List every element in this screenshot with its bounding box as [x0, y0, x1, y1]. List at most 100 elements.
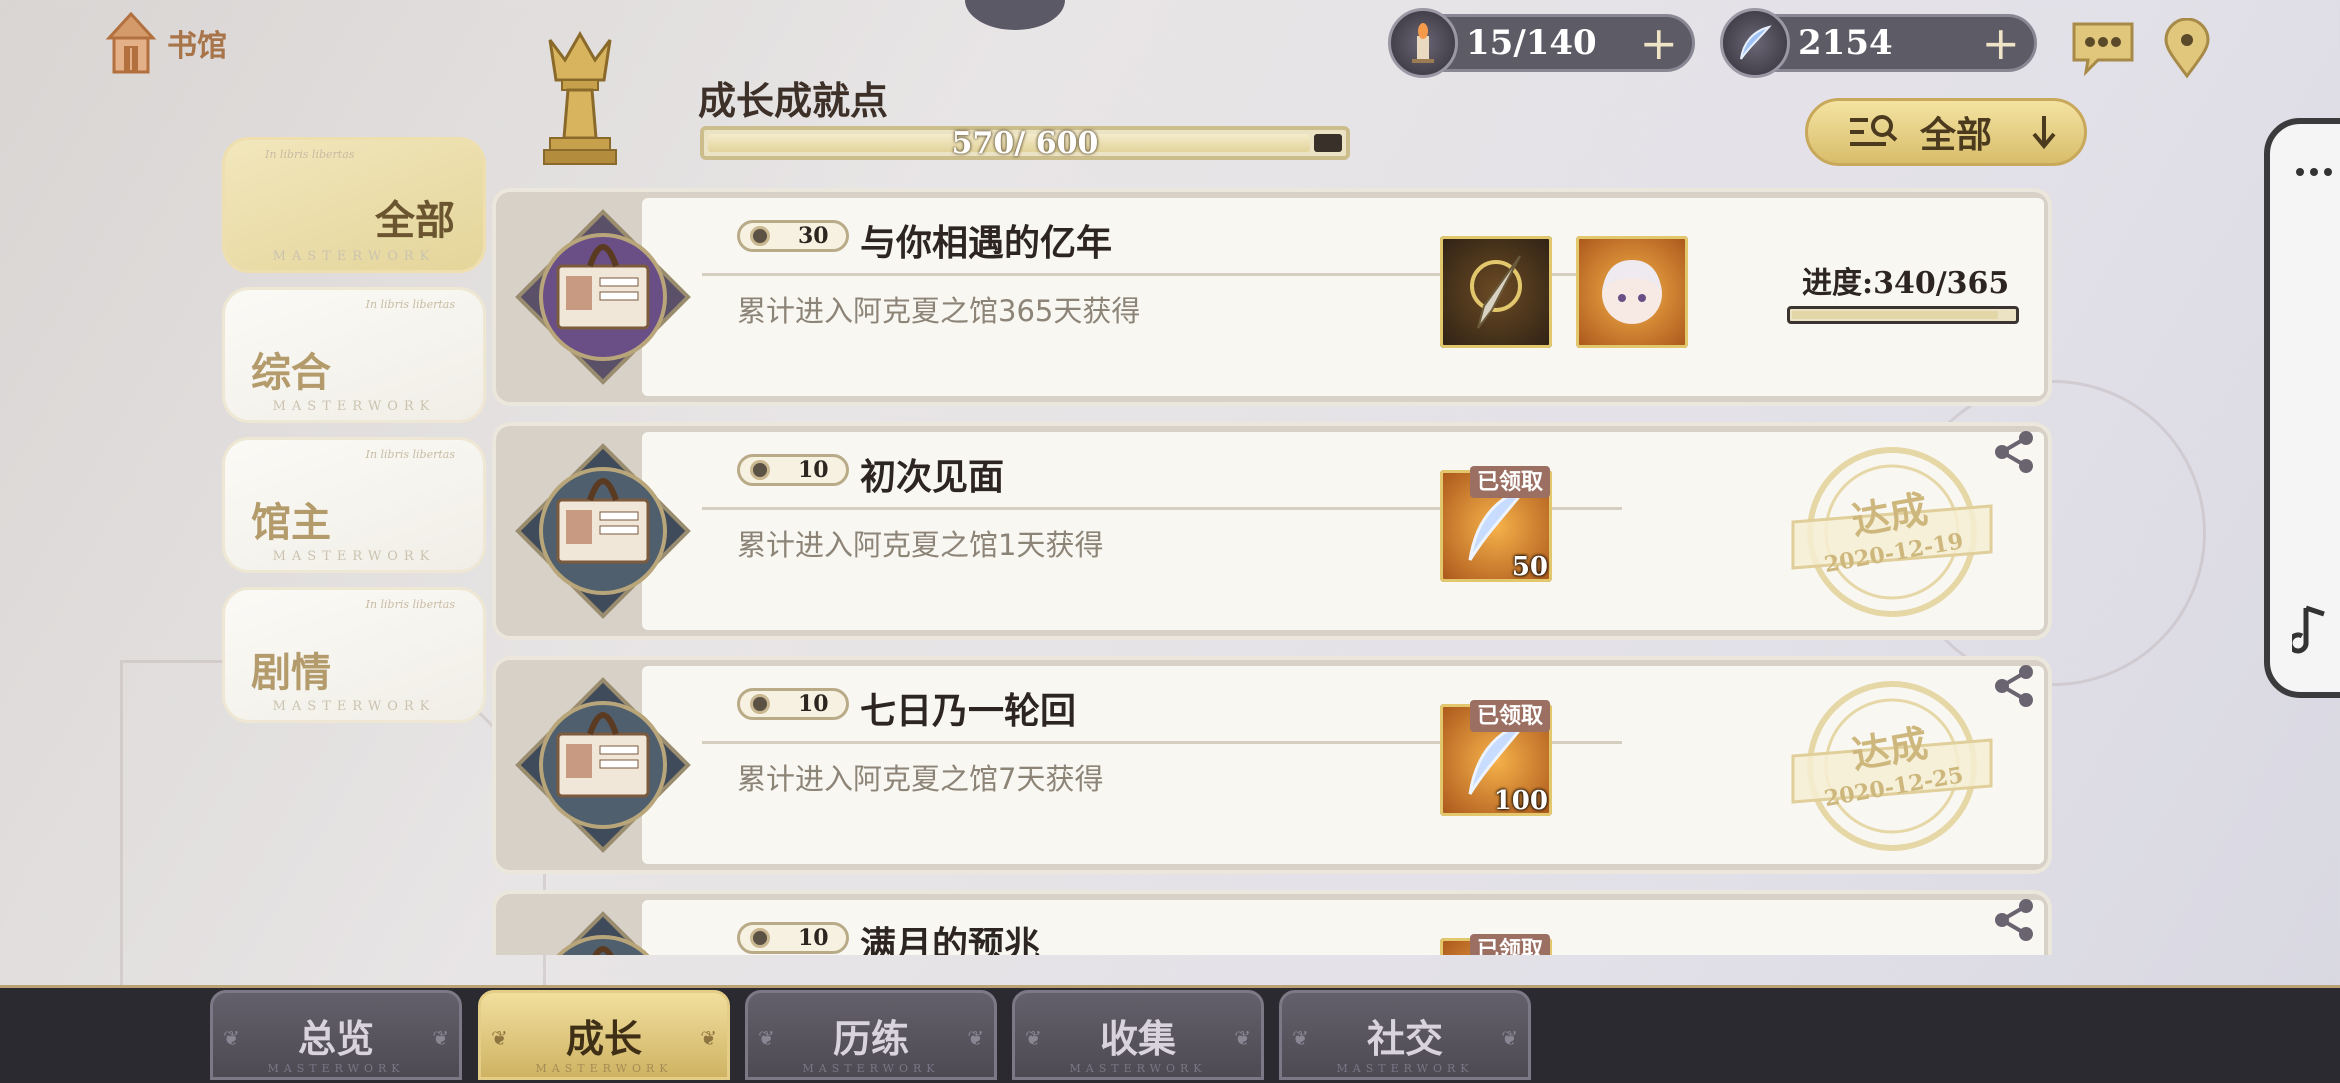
point-gem-icon	[750, 460, 770, 480]
ornament-right-icon: ❦	[967, 1026, 984, 1050]
stamina-counter: 15/140 +	[1388, 8, 1695, 78]
reward-quill-item[interactable]: 已领取 50	[1440, 466, 1552, 582]
library-label: 书馆	[167, 29, 227, 64]
chat-icon[interactable]	[2068, 18, 2138, 76]
achievement-list[interactable]: 30 与你相遇的亿年 累计进入阿克夏之馆365天获得 进度:340/365 10…	[480, 180, 2080, 955]
id-card-badge-icon	[515, 443, 691, 619]
growth-points-title: 成长成就点	[698, 78, 889, 123]
library-icon	[105, 11, 157, 74]
add-gem-button[interactable]: +	[1981, 20, 2020, 66]
tab-masterwork-text: MASTERWORK	[272, 249, 436, 264]
reward-quill-item[interactable]: 已领取 100	[1440, 700, 1552, 816]
character-avatar-icon	[1602, 260, 1662, 324]
tab-label: 总览	[297, 1015, 374, 1061]
filter-label: 全部	[1920, 114, 1993, 156]
achievement-title: 七日乃一轮回	[860, 690, 1077, 732]
achievement-points-pill: 10	[737, 454, 849, 486]
candle-icon	[1388, 8, 1458, 78]
claimed-badge: 已领取	[1470, 700, 1550, 732]
side-tab-general[interactable]: In libris libertas 综合 MASTERWORK	[225, 290, 483, 420]
id-card-badge-icon	[556, 911, 650, 955]
side-tab-label: 剧情	[251, 649, 331, 696]
ornament-right-icon: ❦	[700, 1026, 717, 1050]
achievement-description: 累计进入阿克夏之馆7天获得	[737, 762, 1104, 796]
tab-masterwork-text: MASTERWORK	[1336, 1062, 1474, 1075]
tab-label: 历练	[832, 1015, 909, 1061]
tab-label: 收集	[1099, 1015, 1176, 1061]
achievement-points: 10	[798, 457, 829, 483]
library-button[interactable]: 书馆	[105, 10, 227, 76]
ornament-left-icon: ❦	[1292, 1026, 1309, 1050]
share-icon[interactable]	[1992, 662, 2036, 710]
achievement-card[interactable]: 10 初次见面 累计进入阿克夏之馆1天获得 已领取 50 达成 2020-12-…	[492, 422, 2052, 640]
point-gem-icon	[750, 226, 770, 246]
completed-stamp: 达成 2020-12-25	[1791, 681, 1993, 851]
share-icon[interactable]	[1992, 428, 2036, 476]
achievement-progress-bar	[1787, 306, 2019, 324]
tab-growth[interactable]: ❦ 成长 ❦ MASTERWORK	[478, 990, 730, 1080]
achievement-points: 10	[798, 691, 829, 717]
tab-experience[interactable]: ❦ 历练 ❦ MASTERWORK	[745, 990, 997, 1080]
location-pin-icon[interactable]	[2162, 18, 2212, 80]
achievement-progress-fill	[1792, 311, 1999, 319]
side-tab-label: 馆主	[251, 499, 331, 546]
ornament-left-icon: ❦	[491, 1026, 508, 1050]
tab-social[interactable]: ❦ 社交 ❦ MASTERWORK	[1279, 990, 1531, 1080]
music-note-icon	[2292, 605, 2325, 654]
chevron-down-icon	[2032, 116, 2056, 150]
tab-collection[interactable]: ❦ 收集 ❦ MASTERWORK	[1012, 990, 1264, 1080]
point-gem-icon	[750, 694, 770, 714]
achievement-points: 30	[798, 223, 829, 249]
growth-points-bar: 570/ 600	[700, 126, 1350, 161]
add-stamina-button[interactable]: +	[1639, 20, 1678, 66]
ornament-right-icon: ❦	[1501, 1026, 1518, 1050]
pull-down-handle[interactable]	[965, 0, 1065, 30]
tab-motto: In libris libertas	[365, 298, 455, 311]
achievement-points-pill: 10	[737, 922, 849, 954]
share-icon[interactable]	[1992, 896, 2036, 944]
ornament-left-icon: ❦	[223, 1026, 240, 1050]
tab-masterwork-text: MASTERWORK	[267, 1062, 405, 1075]
side-tab-all[interactable]: In libris libertas 全部 MASTERWORK	[225, 140, 483, 270]
side-tab-curator[interactable]: In libris libertas 馆主 MASTERWORK	[225, 440, 483, 570]
side-tab-story[interactable]: In libris libertas 剧情 MASTERWORK	[225, 590, 483, 720]
achievement-points-pill: 10	[737, 688, 849, 720]
achievement-card[interactable]: 30 与你相遇的亿年 累计进入阿克夏之馆365天获得 进度:340/365	[492, 188, 2052, 406]
achievement-points: 10	[798, 925, 829, 951]
achievement-card[interactable]: 10 满月的预兆 已领取	[492, 890, 2052, 955]
filter-search-icon	[1850, 115, 1898, 146]
gem-counter: 2154 +	[1720, 8, 2037, 78]
card-panel	[642, 900, 2044, 955]
completed-stamp: 达成 2020-12-19	[1791, 447, 1993, 617]
claimed-badge: 已领取	[1470, 934, 1550, 955]
more-dots-icon	[2296, 168, 2332, 176]
achievement-card[interactable]: 10 七日乃一轮回 累计进入阿克夏之馆7天获得 已领取 100 达成 2020-…	[492, 656, 2052, 874]
ornament-right-icon: ❦	[1234, 1026, 1251, 1050]
growth-points-text: 570/ 600	[951, 126, 1099, 161]
id-card-badge-icon	[515, 209, 691, 385]
tab-masterwork-text: MASTERWORK	[272, 399, 436, 414]
tab-masterwork-text: MASTERWORK	[802, 1062, 940, 1075]
tab-masterwork-text: MASTERWORK	[272, 549, 436, 564]
tab-label: 社交	[1366, 1015, 1443, 1061]
reward-dagger-item[interactable]	[1440, 236, 1552, 348]
tab-motto: In libris libertas	[265, 148, 355, 161]
filter-dropdown[interactable]: 全部	[1805, 98, 2087, 166]
reward-item[interactable]: 已领取	[1440, 934, 1552, 955]
achievement-title: 满月的预兆	[860, 924, 1041, 955]
quill-gem-icon	[1720, 8, 1790, 78]
achievement-progress-label: 进度:340/365	[1802, 266, 2010, 301]
gem-value: 2154	[1798, 23, 1893, 63]
ornament-left-icon: ❦	[1025, 1026, 1042, 1050]
chess-king-trophy-icon	[543, 30, 617, 165]
tab-overview[interactable]: ❦ 总览 ❦ MASTERWORK	[210, 990, 462, 1080]
reward-avatar-item[interactable]	[1576, 236, 1688, 348]
side-tab-label: 综合	[251, 349, 331, 396]
achievement-title: 与你相遇的亿年	[860, 222, 1113, 264]
tab-masterwork-text: MASTERWORK	[272, 699, 436, 714]
reward-quantity: 100	[1493, 786, 1548, 816]
achievement-title: 初次见面	[860, 456, 1005, 498]
floating-side-panel[interactable]	[2264, 118, 2340, 698]
tab-masterwork-text: MASTERWORK	[1069, 1062, 1207, 1075]
tab-label: 成长	[565, 1015, 642, 1061]
